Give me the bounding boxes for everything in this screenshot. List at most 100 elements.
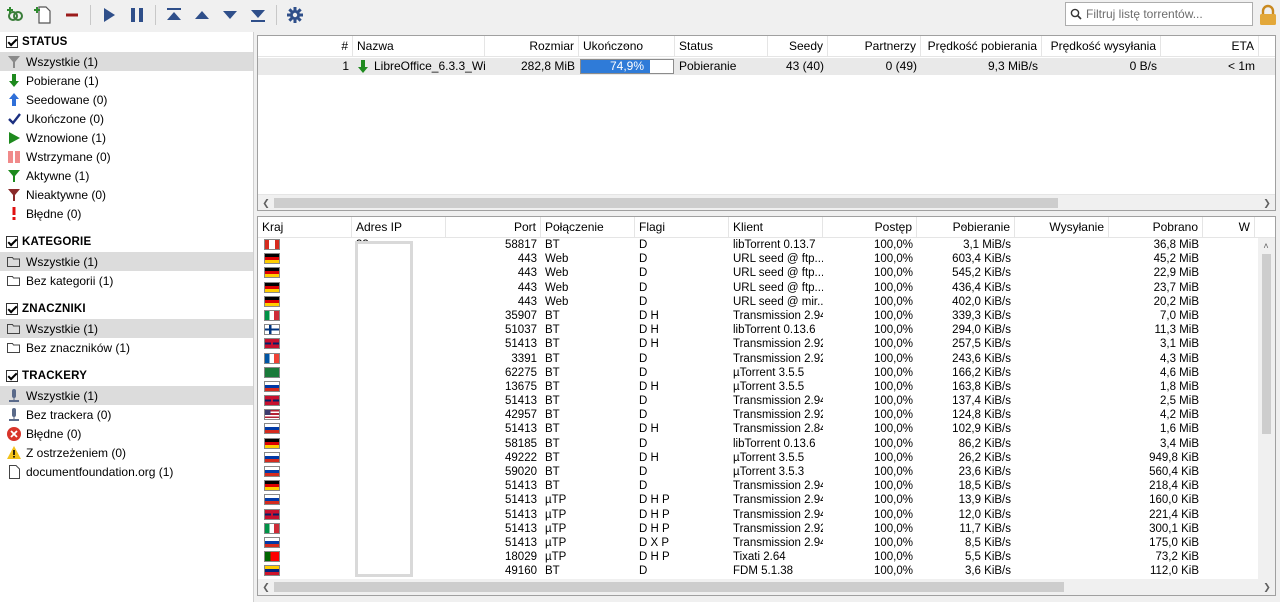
search-input[interactable] — [1086, 7, 1246, 21]
column-header-peers[interactable]: Partnerzy — [828, 36, 921, 57]
categories-section-header[interactable]: KATEGORIE — [0, 232, 253, 252]
peer-connection: µTP — [545, 536, 567, 549]
category-filter-all[interactable]: Wszystkie (1) — [0, 252, 253, 271]
peer-download-speed: 436,4 KiB/s — [952, 281, 1011, 294]
scrollbar-thumb[interactable] — [274, 582, 1064, 592]
move-top-button[interactable] — [160, 1, 188, 29]
country-flag-icon — [264, 536, 280, 548]
column-header-uploaded[interactable]: W — [1203, 217, 1255, 238]
tag-filter-all[interactable]: Wszystkie (1) — [0, 319, 253, 338]
add-torrent-file-button[interactable] — [30, 1, 58, 29]
column-header-download-speed[interactable]: Prędkość pobierania — [921, 36, 1042, 57]
trackers-section-checkbox[interactable] — [6, 370, 18, 382]
country-flag-icon — [264, 267, 280, 279]
peer-progress: 100,0% — [873, 295, 913, 308]
column-header-progress[interactable]: Postęp — [823, 217, 917, 238]
peer-download-speed: 13,9 KiB/s — [958, 494, 1011, 507]
peer-downloaded: 218,4 KiB — [1149, 480, 1199, 493]
tracker-filter-trackerless[interactable]: Bez trackera (0) — [0, 405, 253, 424]
column-header-connection[interactable]: Połączenie — [541, 217, 635, 238]
peer-upload-speed — [1015, 252, 1109, 266]
tracker-filter-warning[interactable]: Z ostrzeżeniem (0) — [0, 443, 253, 462]
remove-torrent-button[interactable] — [58, 1, 86, 29]
status-filter-errored[interactable]: Błędne (0) — [0, 204, 253, 223]
status-filter-downloading[interactable]: Pobierane (1) — [0, 71, 253, 90]
peer-country-cell — [258, 337, 352, 351]
peer-country-cell — [258, 493, 352, 507]
status-filter-all[interactable]: Wszystkie (1) — [0, 52, 253, 71]
column-header-port[interactable]: Port — [446, 217, 541, 238]
column-header-download[interactable]: ⌄ Pobieranie — [917, 217, 1015, 238]
scroll-right-arrow-icon[interactable]: ❯ — [1262, 198, 1272, 208]
torrent-row[interactable]: 1 LibreOffice_6.3.3_Wi... 282,8 MiB 74,9… — [258, 58, 1275, 75]
status-section-header[interactable]: STATUS — [0, 32, 253, 52]
column-header-flags[interactable]: Flagi — [635, 217, 729, 238]
torrent-list-horizontal-scrollbar[interactable]: ❮ ❯ — [258, 194, 1275, 210]
peers-list-vertical-scrollbar[interactable]: ˄ — [1258, 238, 1275, 579]
pause-button[interactable] — [123, 1, 151, 29]
sidebar-item-label: Wszystkie (1) — [26, 254, 98, 269]
column-header-upload-speed[interactable]: Prędkość wysyłania — [1042, 36, 1161, 57]
peers-list-horizontal-scrollbar[interactable]: ❮ ❯ — [258, 579, 1275, 595]
scroll-left-arrow-icon[interactable]: ❮ — [261, 582, 271, 592]
column-header-name[interactable]: Nazwa — [353, 36, 485, 57]
peer-client: Transmission 2.94 — [733, 480, 823, 493]
torrent-peers: 0 (49) — [885, 59, 917, 73]
column-header-country[interactable]: Kraj — [258, 217, 352, 238]
tracker-filter-documentfoundation[interactable]: documentfoundation.org (1) — [0, 462, 253, 481]
column-header-client[interactable]: Klient — [729, 217, 823, 238]
column-header-seeds[interactable]: Seedy — [768, 36, 828, 57]
sidebar-item-label: Pobierane (1) — [26, 73, 99, 88]
move-up-button[interactable] — [188, 1, 216, 29]
tags-section-checkbox[interactable] — [6, 303, 18, 315]
status-section-checkbox[interactable] — [6, 36, 18, 48]
move-bottom-button[interactable] — [244, 1, 272, 29]
search-box[interactable] — [1065, 2, 1253, 26]
tags-section-header[interactable]: ZNACZNIKI — [0, 299, 253, 319]
status-filter-seeding[interactable]: Seedowane (0) — [0, 90, 253, 109]
sidebar-item-label: Bez trackera (0) — [26, 407, 112, 422]
peer-country-cell — [258, 380, 352, 394]
add-torrent-link-button[interactable] — [2, 1, 30, 29]
tracker-filter-error[interactable]: Błędne (0) — [0, 424, 253, 443]
status-filter-inactive[interactable]: Nieaktywne (0) — [0, 185, 253, 204]
resume-button[interactable] — [95, 1, 123, 29]
column-header-ip[interactable]: Adres IP — [352, 217, 446, 238]
move-down-button[interactable] — [216, 1, 244, 29]
lock-icon[interactable] — [1259, 4, 1277, 26]
tracker-filter-all[interactable]: Wszystkie (1) — [0, 386, 253, 405]
column-header-number[interactable]: # — [258, 36, 353, 57]
status-filter-completed[interactable]: Ukończone (0) — [0, 109, 253, 128]
column-header-eta[interactable]: ETA — [1161, 36, 1259, 57]
column-header-size[interactable]: Rozmiar — [485, 36, 579, 57]
status-filter-active[interactable]: Aktywne (1) — [0, 166, 253, 185]
peer-download-speed: 23,6 KiB/s — [958, 466, 1011, 478]
scroll-left-arrow-icon[interactable]: ❮ — [261, 198, 271, 208]
peer-downloaded: 300,1 KiB — [1149, 522, 1199, 535]
scrollbar-thumb[interactable] — [1262, 254, 1271, 434]
trackers-section-header[interactable]: TRACKERY — [0, 366, 253, 386]
categories-section-checkbox[interactable] — [6, 236, 18, 248]
scroll-up-arrow-icon[interactable]: ˄ — [1261, 241, 1271, 251]
scrollbar-thumb[interactable] — [274, 198, 1058, 208]
column-header-progress[interactable]: ⌄ Ukończono — [579, 36, 675, 57]
play-icon — [104, 8, 115, 22]
column-header-downloaded[interactable]: Pobrano — [1109, 217, 1203, 238]
peer-flags: D — [639, 466, 648, 478]
status-filter-resumed[interactable]: Wznowione (1) — [0, 128, 253, 147]
peer-client: µTorrent 3.5.5 — [733, 380, 805, 393]
column-header-upload[interactable]: Wysyłanie — [1015, 217, 1109, 238]
torrent-progress-cell: 74,9% — [579, 58, 675, 75]
peer-connection: BT — [545, 395, 560, 408]
peers-list: Kraj Adres IP Port Połączenie Flagi Klie… — [257, 216, 1276, 596]
downloading-arrow-icon — [358, 60, 368, 73]
column-header-status[interactable]: Status — [675, 36, 768, 57]
category-filter-uncategorized[interactable]: Bez kategorii (1) — [0, 271, 253, 290]
scroll-right-arrow-icon[interactable]: ❯ — [1262, 582, 1272, 592]
peer-client: libTorrent 0.13.6 — [733, 437, 816, 450]
peer-upload-speed — [1015, 238, 1109, 252]
tag-filter-untagged[interactable]: Bez znaczników (1) — [0, 338, 253, 357]
options-button[interactable] — [281, 1, 309, 29]
status-filter-paused[interactable]: Wstrzymane (0) — [0, 147, 253, 166]
peer-progress: 100,0% — [873, 239, 913, 251]
